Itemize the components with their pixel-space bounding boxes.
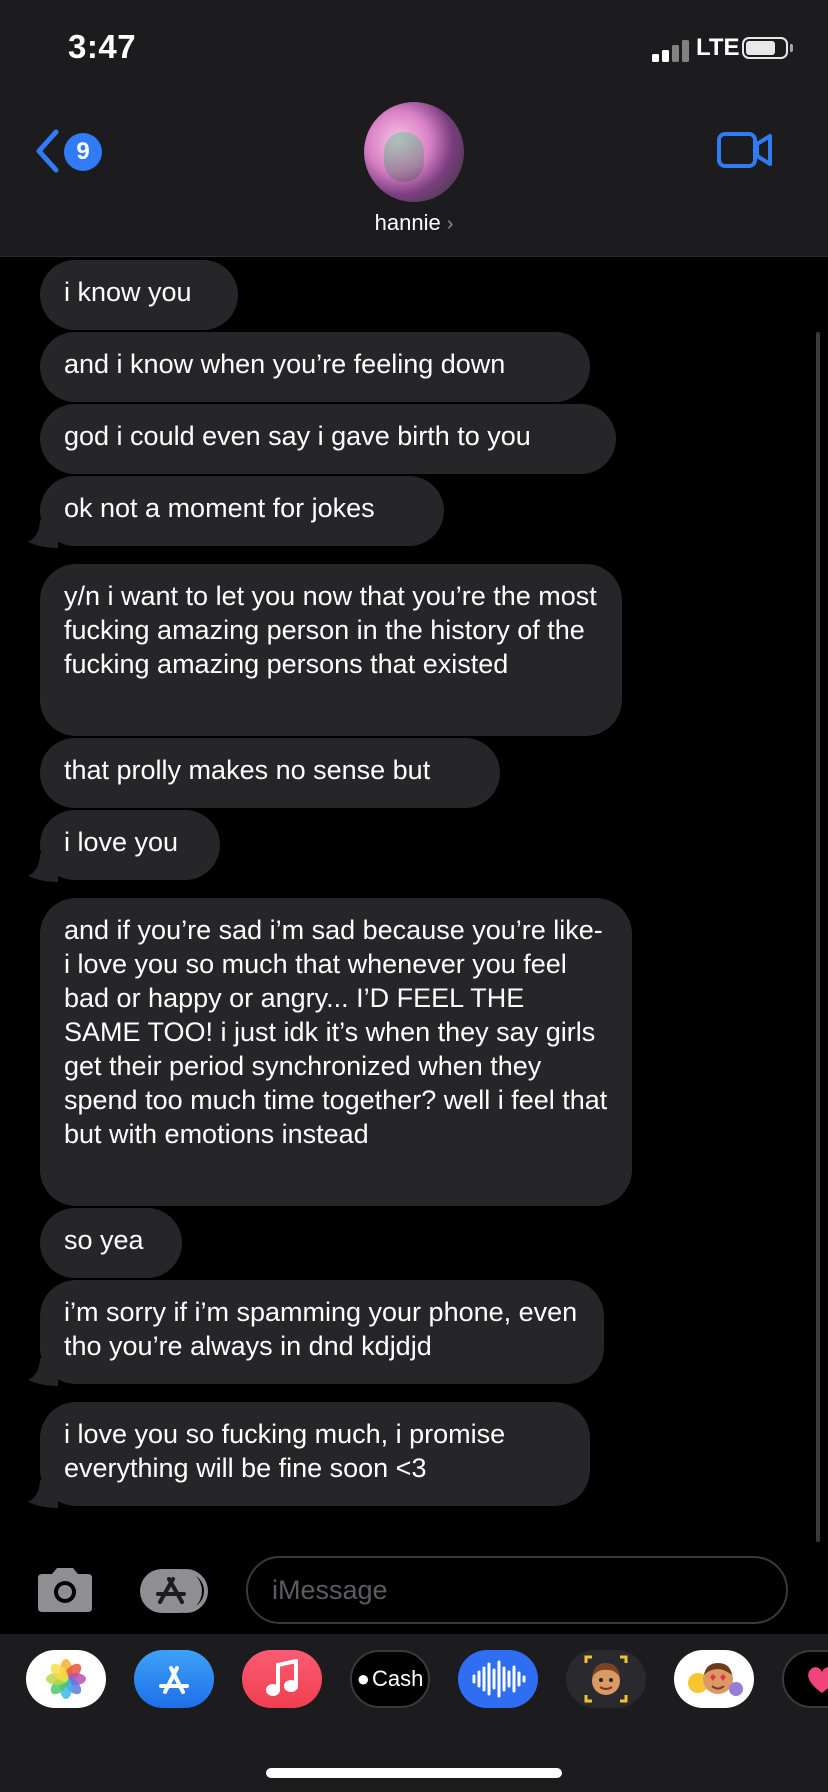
message-bubble[interactable]: so yea bbox=[40, 1208, 182, 1278]
scrollbar[interactable] bbox=[816, 332, 820, 1542]
network-type: LTE bbox=[696, 34, 740, 61]
battery-cap bbox=[790, 44, 793, 52]
message-bubble[interactable]: i love you so fucking much, i promise ev… bbox=[40, 1402, 590, 1506]
apple-cash-label: Cash bbox=[371, 1666, 424, 1691]
chevron-left-icon bbox=[36, 129, 59, 173]
contact-name-button[interactable]: hannie › bbox=[0, 210, 828, 236]
audio-message-icon[interactable] bbox=[458, 1650, 538, 1708]
message-bubble[interactable]: y/n i want to let you now that you’re th… bbox=[40, 564, 622, 736]
photos-app-icon[interactable] bbox=[26, 1650, 106, 1708]
message-bubble[interactable]: god i could even say i gave birth to you bbox=[40, 404, 616, 474]
video-camera-icon[interactable] bbox=[716, 130, 774, 170]
memoji-icon[interactable] bbox=[566, 1650, 646, 1708]
back-button[interactable]: 9 bbox=[30, 126, 110, 178]
conversation-header: 3:47 LTE 9 hannie › bbox=[0, 0, 828, 257]
battery-icon bbox=[742, 37, 788, 59]
camera-icon[interactable] bbox=[34, 1566, 96, 1614]
message-bubble[interactable]: ok not a moment for jokes bbox=[40, 476, 444, 546]
app-store-icon[interactable] bbox=[138, 1568, 214, 1614]
message-input[interactable] bbox=[246, 1556, 788, 1624]
message-bubble[interactable]: that prolly makes no sense but bbox=[40, 738, 500, 808]
contact-name: hannie bbox=[374, 210, 441, 235]
bubble-tail bbox=[28, 1480, 58, 1508]
message-bubble[interactable]: i’m sorry if i’m spamming your phone, ev… bbox=[40, 1280, 604, 1384]
music-app-icon[interactable] bbox=[242, 1650, 322, 1708]
bubble-tail bbox=[28, 854, 58, 882]
digital-touch-icon[interactable] bbox=[782, 1650, 828, 1708]
bubble-tail bbox=[28, 1358, 58, 1386]
message-bubble[interactable]: i know you bbox=[40, 260, 238, 330]
animoji-stickers-icon[interactable] bbox=[674, 1650, 754, 1708]
app-store-icon[interactable] bbox=[134, 1650, 214, 1708]
message-bubble[interactable]: i love you bbox=[40, 810, 220, 880]
apple-cash-icon[interactable]: ● Cash bbox=[350, 1650, 430, 1708]
message-bubble[interactable]: and i know when you’re feeling down bbox=[40, 332, 590, 402]
message-bubble[interactable]: and if you’re sad i’m sad because you’re… bbox=[40, 898, 632, 1206]
status-time: 3:47 bbox=[68, 28, 137, 65]
unread-count-badge: 9 bbox=[64, 133, 102, 171]
message-list[interactable]: i know you and i know when you’re feelin… bbox=[0, 258, 828, 1548]
cellular-signal-icon bbox=[652, 40, 692, 62]
home-indicator[interactable] bbox=[266, 1768, 562, 1778]
contact-avatar[interactable] bbox=[364, 102, 464, 202]
bubble-tail bbox=[28, 520, 58, 548]
contact-chevron-icon: › bbox=[446, 213, 454, 235]
